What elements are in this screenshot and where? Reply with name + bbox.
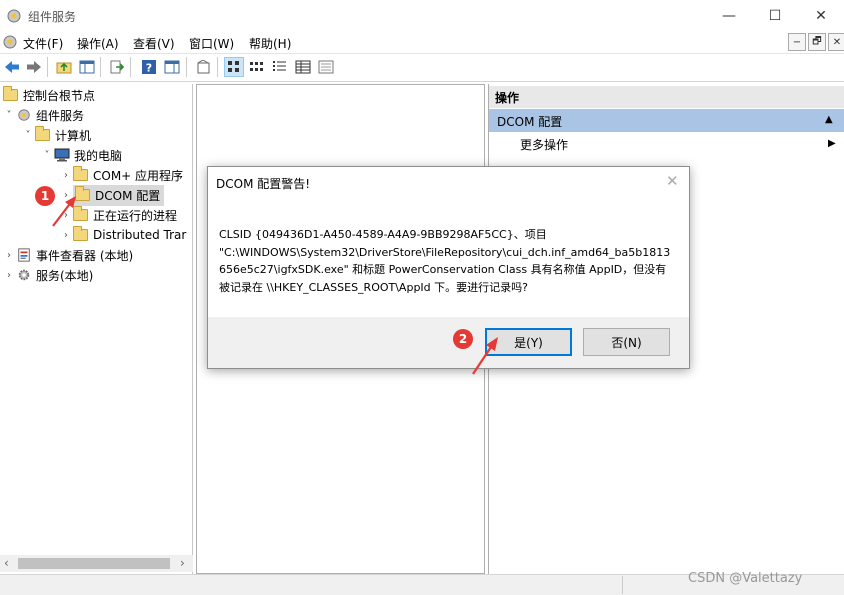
export-list-icon[interactable]: [107, 57, 127, 77]
new-window-icon[interactable]: [193, 57, 213, 77]
computer-icon: [54, 148, 70, 162]
expand-toggle[interactable]: ›: [2, 250, 16, 261]
scroll-right-arrow[interactable]: ›: [180, 556, 185, 570]
component-services-icon: [18, 109, 30, 121]
up-folder-icon[interactable]: [54, 57, 74, 77]
back-icon[interactable]: [2, 57, 22, 77]
collapse-arrow-icon[interactable]: ▲: [825, 114, 833, 125]
menu-view[interactable]: 查看(V): [133, 35, 175, 52]
toolbar-separator: [47, 57, 48, 77]
tree-item-label: 计算机: [55, 128, 92, 143]
tree-item-component-services[interactable]: ˅ 组件服务: [0, 105, 192, 125]
folder-icon: [73, 166, 89, 182]
mdi-close-button[interactable]: ✕: [828, 33, 844, 51]
tree-item-label: 服务(本地): [36, 268, 94, 283]
tree-item-label: COM+ 应用程序: [93, 168, 184, 183]
tree-item-computers[interactable]: ˅ 计算机: [0, 125, 192, 145]
actions-header: 操作: [489, 86, 844, 108]
dialog-title: DCOM 配置警告!: [216, 177, 311, 191]
tree-item-label: 我的电脑: [74, 148, 123, 163]
menu-bar: [0, 31, 844, 53]
folder-icon: [35, 126, 51, 142]
window-title: 组件服务: [28, 10, 77, 24]
more-actions-item[interactable]: 更多操作: [520, 136, 568, 153]
tree-item-event-viewer[interactable]: › 事件查看器 (本地): [0, 245, 192, 265]
show-hide-action-pane-icon[interactable]: [162, 57, 182, 77]
toolbar-separator: [100, 57, 101, 77]
services-gear-icon: [18, 269, 30, 281]
watermark: CSDN @Valettazy: [688, 571, 803, 586]
folder-icon: [3, 86, 19, 102]
tree-item-label: 组件服务: [36, 108, 85, 123]
tree-item-label: Distributed Trar: [93, 228, 187, 242]
tree-item-running-processes[interactable]: › 正在运行的进程: [0, 205, 192, 225]
large-icons-view-icon[interactable]: [224, 57, 244, 77]
tree-item-label: 正在运行的进程: [93, 208, 178, 223]
tree-item-my-computer[interactable]: ˅ 我的电脑: [0, 145, 192, 165]
annotation-arrow-2: [472, 337, 498, 375]
event-viewer-icon: [18, 248, 30, 262]
scroll-left-arrow[interactable]: ‹: [4, 556, 9, 570]
forward-icon[interactable]: [24, 57, 44, 77]
mdi-controls: − 🗗 ✕: [786, 33, 844, 51]
dialog-close-icon[interactable]: ✕: [666, 172, 679, 190]
collapse-toggle[interactable]: ˅: [40, 150, 54, 161]
tree-item-label: DCOM 配置: [95, 188, 161, 203]
scrollbar-thumb[interactable]: [18, 558, 170, 569]
svg-text:?: ?: [146, 62, 152, 75]
component-services-icon: [7, 9, 21, 23]
help-icon[interactable]: ?: [139, 57, 159, 77]
menu-file[interactable]: 文件(F): [23, 35, 63, 52]
actions-section-dcom[interactable]: DCOM 配置: [489, 109, 844, 132]
no-button[interactable]: 否(N): [583, 328, 670, 356]
minimize-button[interactable]: —: [706, 0, 752, 31]
maximize-button[interactable]: ☐: [752, 0, 798, 31]
collapse-toggle[interactable]: ˅: [21, 130, 35, 141]
show-hide-tree-icon[interactable]: [77, 57, 97, 77]
dialog-message: CLSID {049436D1-A450-4589-A4A9-9BB9298AF…: [219, 226, 679, 296]
tree-item-distributed-transaction[interactable]: › Distributed Trar: [0, 225, 192, 245]
tree-item-label: 控制台根节点: [23, 88, 96, 103]
tree-item-label: 事件查看器 (本地): [36, 248, 134, 263]
actions-section-label: DCOM 配置: [497, 115, 563, 129]
dialog-message-line: CLSID {049436D1-A450-4589-A4A9-9BB9298AF…: [219, 228, 547, 241]
tree-item-com-plus[interactable]: › COM+ 应用程序: [0, 165, 192, 185]
close-button[interactable]: ✕: [798, 0, 844, 31]
status-divider: [622, 576, 623, 594]
menu-help[interactable]: 帮助(H): [249, 35, 291, 52]
mdi-minimize-button[interactable]: −: [788, 33, 806, 51]
mdi-restore-button[interactable]: 🗗: [808, 33, 826, 51]
list-view-icon[interactable]: [270, 57, 290, 77]
toolbar-separator: [217, 57, 218, 77]
console-tree-pane[interactable]: 控制台根节点 ˅ 组件服务 ˅ 计算机 ˅ 我的电脑 › COM+ 应用程序 ›…: [0, 84, 193, 574]
system-menu-icon[interactable]: [2, 34, 18, 50]
selected-highlight: DCOM 配置: [73, 184, 165, 206]
dialog-message-line: 656e5c27\igfxSDK.exe" 和标题 PowerConservat…: [219, 263, 667, 276]
tree-item-services[interactable]: › 服务(本地): [0, 265, 192, 285]
dialog-message-line: "C:\WINDOWS\System32\DriverStore\FileRep…: [219, 245, 671, 259]
small-icons-view-icon[interactable]: [247, 57, 267, 77]
dialog-message-line: 被记录在 \\HKEY_CLASSES_ROOT\AppId 下。要进行记录吗?: [219, 280, 528, 294]
toolbar-separator: [130, 57, 131, 77]
expand-toggle[interactable]: ›: [59, 170, 73, 181]
submenu-arrow-icon: ▶: [828, 138, 836, 149]
collapse-toggle[interactable]: ˅: [2, 110, 16, 121]
expand-toggle[interactable]: ›: [59, 230, 73, 241]
tree-item-console-root[interactable]: 控制台根节点: [0, 85, 192, 105]
annotation-arrow-1: [52, 196, 76, 227]
tree-item-dcom-config[interactable]: › DCOM 配置: [0, 184, 192, 206]
detail-view-icon[interactable]: [293, 57, 313, 77]
toolbar-separator: [186, 57, 187, 77]
expand-toggle[interactable]: ›: [2, 270, 16, 281]
menu-window[interactable]: 窗口(W): [189, 35, 234, 52]
menu-action[interactable]: 操作(A): [77, 35, 119, 52]
properties-icon[interactable]: [316, 57, 336, 77]
folder-icon: [73, 226, 89, 242]
